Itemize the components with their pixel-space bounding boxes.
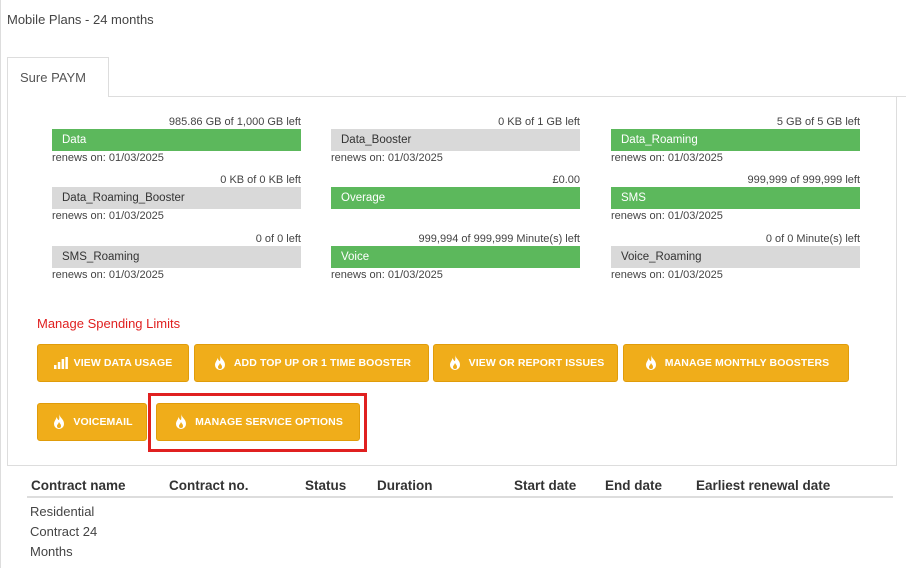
meter-bar: Data	[52, 129, 301, 151]
flame-icon	[51, 414, 67, 430]
meter-renews	[331, 209, 580, 223]
meter-bar: Data_Booster	[331, 129, 580, 151]
col-start-date: Start date	[514, 478, 577, 493]
bar-chart-icon	[53, 357, 68, 369]
meter-renews: renews on: 01/03/2025	[52, 269, 164, 281]
manage-spending-limits-link[interactable]: Manage Spending Limits	[37, 316, 180, 331]
flame-icon	[643, 355, 659, 371]
meter-voice: 999,994 of 999,999 Minute(s) left Voice …	[331, 232, 580, 282]
meter-remaining: 999,999 of 999,999 left	[747, 174, 860, 186]
meter-renews: renews on: 01/03/2025	[611, 210, 723, 222]
meter-voice-roaming: 0 of 0 Minute(s) left Voice_Roaming rene…	[611, 232, 860, 282]
meter-bar: Voice	[331, 246, 580, 268]
col-contract-no: Contract no.	[169, 478, 249, 493]
page: Mobile Plans - 24 months Sure PAYM 985.8…	[0, 0, 906, 568]
meter-renews: renews on: 01/03/2025	[331, 269, 443, 281]
button-label: VIEW OR REPORT ISSUES	[468, 357, 605, 369]
view-data-usage-button[interactable]: VIEW DATA USAGE	[37, 344, 189, 382]
meter-remaining: £0.00	[552, 174, 580, 186]
meter-remaining: 0 KB of 0 KB left	[220, 174, 301, 186]
meter-renews: renews on: 01/03/2025	[611, 269, 723, 281]
meter-renews: renews on: 01/03/2025	[611, 152, 723, 164]
cell-contract-name: Residential Contract 24 Months	[30, 504, 98, 559]
meter-bar: Data_Roaming_Booster	[52, 187, 301, 209]
tab-sure-paym[interactable]: Sure PAYM	[7, 57, 109, 97]
meter-data-booster: 0 KB of 1 GB left Data_Booster renews on…	[331, 115, 580, 165]
button-label: ADD TOP UP OR 1 TIME BOOSTER	[233, 357, 412, 369]
table-header: Contract name Contract no. Status Durati…	[27, 472, 893, 498]
voicemail-button[interactable]: VOICEMAIL	[37, 403, 147, 441]
meter-data-roaming: 5 GB of 5 GB left Data_Roaming renews on…	[611, 115, 860, 165]
add-top-up-button[interactable]: ADD TOP UP OR 1 TIME BOOSTER	[194, 344, 429, 382]
button-label: VOICEMAIL	[73, 416, 133, 428]
meter-renews: renews on: 01/03/2025	[331, 152, 443, 164]
col-contract-name: Contract name	[31, 478, 126, 493]
manage-monthly-boosters-button[interactable]: MANAGE MONTHLY BOOSTERS	[623, 344, 849, 382]
col-earliest-renewal-date: Earliest renewal date	[696, 478, 831, 493]
meter-sms-roaming: 0 of 0 left SMS_Roaming renews on: 01/03…	[52, 232, 301, 282]
meter-remaining: 5 GB of 5 GB left	[776, 116, 860, 128]
meter-remaining: 999,994 of 999,999 Minute(s) left	[418, 233, 580, 245]
meter-sms: 999,999 of 999,999 left SMS renews on: 0…	[611, 173, 860, 223]
col-status: Status	[305, 478, 347, 493]
meter-bar: SMS_Roaming	[52, 246, 301, 268]
contracts-table: Contract name Contract no. Status Durati…	[27, 472, 893, 559]
meter-bar: Overage	[331, 187, 580, 209]
meter-remaining: 0 of 0 left	[255, 233, 301, 245]
meter-bar: Data_Roaming	[611, 129, 860, 151]
col-end-date: End date	[605, 478, 663, 493]
meter-remaining: 0 KB of 1 GB left	[498, 116, 580, 128]
meter-remaining: 985.86 GB of 1,000 GB left	[168, 116, 301, 128]
view-or-report-issues-button[interactable]: VIEW OR REPORT ISSUES	[433, 344, 618, 382]
meter-data-roaming-booster: 0 KB of 0 KB left Data_Roaming_Booster r…	[52, 173, 301, 223]
highlight-box	[148, 393, 367, 452]
page-title: Mobile Plans - 24 months	[7, 12, 154, 27]
meter-bar: SMS	[611, 187, 860, 209]
meter-bar: Voice_Roaming	[611, 246, 860, 268]
meter-renews: renews on: 01/03/2025	[52, 152, 164, 164]
meter-data: 985.86 GB of 1,000 GB left Data renews o…	[52, 115, 301, 165]
meter-remaining: 0 of 0 Minute(s) left	[765, 233, 860, 245]
flame-icon	[212, 355, 228, 371]
meter-overage: £0.00 Overage	[331, 173, 580, 223]
flame-icon	[447, 355, 463, 371]
button-label: MANAGE MONTHLY BOOSTERS	[664, 357, 830, 369]
col-duration: Duration	[377, 478, 433, 493]
button-label: VIEW DATA USAGE	[73, 357, 173, 369]
meter-renews: renews on: 01/03/2025	[52, 210, 164, 222]
